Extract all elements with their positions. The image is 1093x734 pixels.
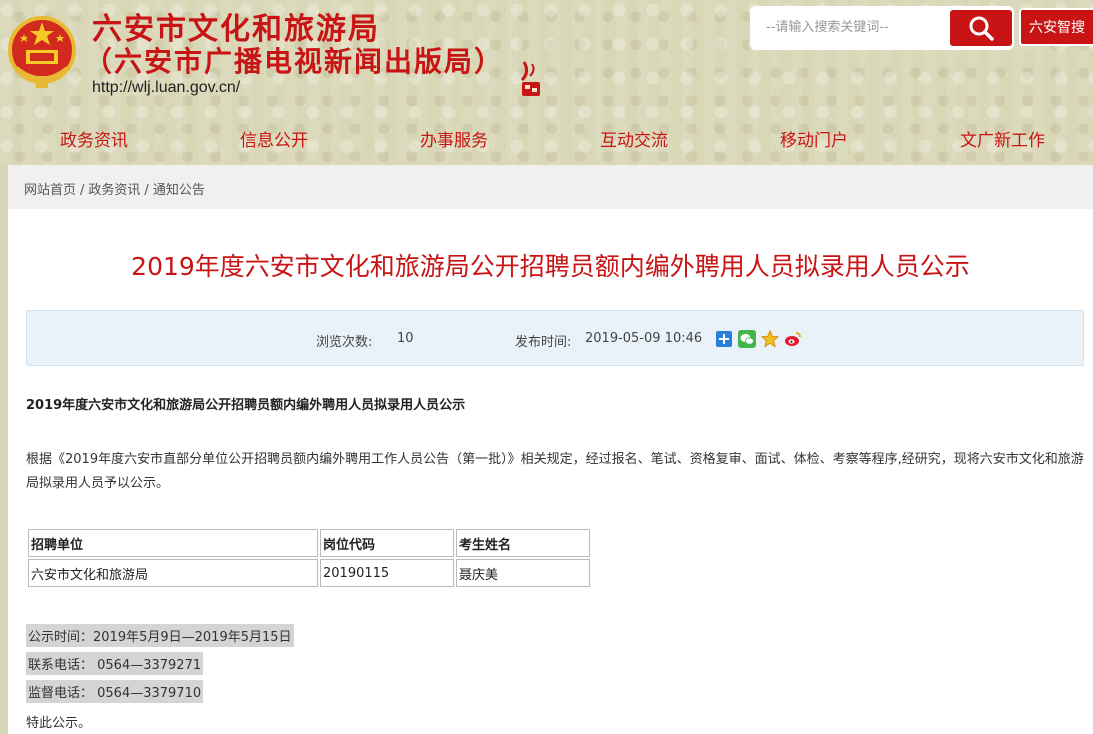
nav-item-mobile[interactable]: 移动门户 [780, 126, 848, 151]
breadcrumb-news[interactable]: 政务资讯 [88, 183, 140, 198]
site-header: 六安市文化和旅游局 （六安市广播电视新闻出版局） http://wlj.luan… [0, 0, 1093, 165]
breadcrumb-separator: / [80, 183, 85, 198]
table-header-cell: 岗位代码 [320, 529, 454, 557]
search-icon [969, 16, 994, 41]
nav-item-interaction[interactable]: 互动交流 [600, 126, 668, 151]
article-meta-bar: 浏览次数: 10 发布时间: 2019-05-09 10:46 [26, 310, 1084, 366]
recruitment-table: 招聘单位 岗位代码 考生姓名 六安市文化和旅游局 20190115 聂庆美 [26, 527, 592, 589]
table-cell: 六安市文化和旅游局 [28, 559, 318, 587]
nav-item-disclosure[interactable]: 信息公开 [240, 126, 308, 151]
table-header-cell: 招聘单位 [28, 529, 318, 557]
national-emblem-icon [8, 16, 76, 88]
article-paragraph: 根据《2019年度六安市直部分单位公开招聘员额内编外聘用工作人员公告（第一批）》… [26, 452, 1084, 491]
zhisou-button[interactable]: 六安智搜 [1019, 8, 1093, 46]
search-input[interactable] [758, 12, 948, 42]
contact-phone: 联系电话： 0564—3379271 [26, 652, 204, 675]
table-cell: 20190115 [320, 559, 454, 587]
nav-item-services[interactable]: 办事服务 [420, 126, 488, 151]
views-count: 10 [397, 331, 414, 346]
nav-item-news[interactable]: 政务资讯 [60, 126, 128, 151]
plus-share-icon[interactable] [715, 330, 733, 348]
article-title: 2019年度六安市文化和旅游局公开招聘员额内编外聘用人员拟录用人员公示 [131, 252, 970, 281]
breadcrumb-separator: / [144, 183, 149, 198]
site-subtitle: （六安市广播电视新闻出版局） [84, 45, 505, 78]
notice-period: 公示时间：2019年5月9日—2019年5月15日 [26, 624, 294, 647]
site-url[interactable]: http://wlj.luan.gov.cn/ [92, 79, 240, 97]
main-content: 网站首页 / 政务资讯 / 通知公告 2019年度六安市文化和旅游局公开招聘员额内编外聘… [8, 165, 1093, 734]
wechat-icon[interactable] [738, 330, 756, 348]
article-heading: 2019年度六安市文化和旅游局公开招聘员额内编外聘用人员拟录用人员公示 [26, 398, 466, 413]
table-cell: 聂庆美 [456, 559, 590, 587]
search-button[interactable] [950, 10, 1012, 46]
breadcrumb-home[interactable]: 网站首页 [24, 183, 76, 198]
breadcrumb-bar: 网站首页 / 政务资讯 / 通知公告 [8, 165, 1093, 209]
table-header-row: 招聘单位 岗位代码 考生姓名 [28, 529, 590, 557]
views-label: 浏览次数: [316, 335, 373, 350]
seal-icon [520, 61, 540, 96]
publish-date-label: 发布时间: [515, 335, 572, 350]
nav-item-work[interactable]: 文广新工作 [960, 126, 1045, 151]
weibo-icon[interactable] [784, 330, 802, 348]
main-nav: 政务资讯 信息公开 办事服务 互动交流 移动门户 文广新工作 [0, 118, 1093, 158]
breadcrumb: 网站首页 / 政务资讯 / 通知公告 [24, 179, 205, 198]
breadcrumb-notices[interactable]: 通知公告 [153, 183, 205, 198]
publish-date: 2019-05-09 10:46 [585, 331, 703, 346]
table-row: 六安市文化和旅游局 20190115 聂庆美 [28, 559, 590, 587]
table-header-cell: 考生姓名 [456, 529, 590, 557]
star-icon[interactable] [761, 330, 779, 348]
supervise-phone: 监督电话： 0564—3379710 [26, 680, 204, 703]
closing-text: 特此公示。 [26, 716, 92, 731]
